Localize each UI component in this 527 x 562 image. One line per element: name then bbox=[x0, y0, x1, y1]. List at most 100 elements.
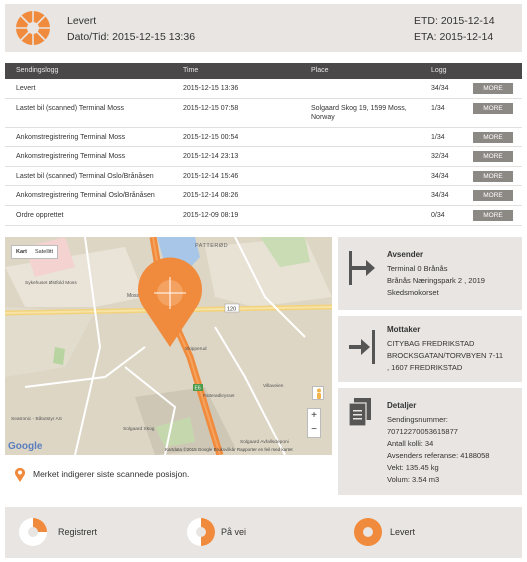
row-log: 34/34 bbox=[431, 85, 449, 92]
google-logo: Google bbox=[8, 441, 43, 452]
road-shield-120: 120 bbox=[227, 307, 236, 313]
row-time: 2015-12-14 23:13 bbox=[183, 153, 239, 161]
row-event: Lastet bil (scanned) Terminal Moss bbox=[16, 104, 125, 112]
progress-step-pa-vei: På vei bbox=[181, 507, 341, 558]
receiver-line: CITYBAG FREDRIKSTAD bbox=[387, 339, 475, 348]
documents-icon bbox=[348, 398, 371, 427]
row-event: Levert bbox=[16, 85, 36, 92]
receiver-title: Mottaker bbox=[387, 325, 421, 334]
row-event: Ordre opprettet bbox=[16, 211, 64, 219]
column-header-time: Time bbox=[183, 67, 199, 74]
map-label-solgaard-skog: Solgaard Skog bbox=[123, 426, 155, 432]
table-row: Levert 2015-12-15 13:36 34/34 MORE bbox=[5, 79, 522, 99]
table-row: Lastet bil (scanned) Terminal Moss 2015-… bbox=[5, 99, 522, 128]
table-row: Ankomstregistrering Terminal Oslo/Brånås… bbox=[5, 186, 522, 206]
column-header-event: Sendingslogg bbox=[16, 67, 59, 74]
map-label-patterod: PATTERØD bbox=[195, 243, 228, 249]
row-event: Lastet bil (scanned) Terminal Oslo/Brånå… bbox=[16, 172, 154, 180]
map-label-patterodrundkj: Patterødkrysset bbox=[203, 393, 235, 398]
etd-value: ETD: 2015-12-14 bbox=[414, 15, 495, 27]
column-header-place: Place bbox=[311, 67, 329, 74]
road-shield-e6: E6 bbox=[195, 386, 201, 392]
column-header-log: Logg bbox=[431, 67, 447, 74]
row-log: 34/34 bbox=[431, 192, 449, 200]
map-label-villaveien: Villaveien bbox=[263, 383, 284, 389]
progress-step-label: Levert bbox=[390, 527, 416, 537]
more-button[interactable]: MORE bbox=[473, 151, 513, 163]
sender-title: Avsender bbox=[387, 250, 424, 259]
details-line: Sendingsnummer: bbox=[387, 415, 448, 424]
details-card: Detaljer Sendingsnummer: 707122700536158… bbox=[338, 388, 522, 495]
row-event: Ankomstregistrering Terminal Moss bbox=[16, 153, 126, 161]
legend-text: Merket indigerer siste scannede posisjon… bbox=[33, 469, 190, 479]
table-row: Lastet bil (scanned) Terminal Oslo/Brånå… bbox=[5, 167, 522, 187]
details-line: Volum: 3.54 m3 bbox=[387, 475, 440, 484]
progress-step-registrert: Registrert bbox=[13, 507, 173, 558]
sender-line: Skedsmokorset bbox=[387, 288, 439, 297]
sender-line: Brånås Næringspark 2 , 2019 bbox=[387, 276, 485, 285]
shipment-log-table: Sendingslogg Time Place Logg Levert 2015… bbox=[5, 63, 522, 226]
row-log: 1/34 bbox=[431, 133, 445, 141]
row-time: 2015-12-14 08:26 bbox=[183, 192, 239, 200]
zoom-in-button[interactable]: + bbox=[308, 409, 320, 423]
row-time: 2015-12-15 13:36 bbox=[183, 85, 239, 92]
delivery-status: Levert bbox=[67, 15, 97, 27]
details-line: Avsenders referanse: 4188058 bbox=[387, 451, 490, 460]
row-place: Solgaard Skog 19, 1599 Moss, Norway bbox=[311, 104, 407, 121]
zoom-out-button[interactable]: − bbox=[308, 423, 320, 437]
row-time: 2015-12-09 08:19 bbox=[183, 211, 239, 219]
row-log: 34/34 bbox=[431, 172, 449, 180]
row-event: Ankomstregistrering Terminal Oslo/Brånås… bbox=[16, 192, 155, 200]
more-button[interactable]: MORE bbox=[473, 102, 513, 114]
map-zoom-control[interactable]: + − bbox=[307, 408, 321, 438]
delivered-status-icon bbox=[16, 11, 50, 45]
progress-step-levert: Levert bbox=[348, 507, 508, 558]
receiver-card: Mottaker CITYBAG FREDRIKSTAD BROCKSGATAN… bbox=[338, 316, 522, 382]
row-time: 2015-12-14 15:46 bbox=[183, 172, 239, 180]
table-row: Ordre opprettet 2015-12-09 08:19 0/34 MO… bbox=[5, 206, 522, 226]
details-title: Detaljer bbox=[387, 401, 417, 410]
map-label-seatronic: Seatronic - Båtutstyr AS bbox=[11, 415, 62, 422]
map-label-sykehus: Sykehuset Østfold Moss bbox=[25, 280, 77, 286]
progress-step-label: Registrert bbox=[58, 527, 98, 537]
sender-line: Terminal 0 Brånås bbox=[387, 264, 448, 273]
map-label-skipperud: Skipperud bbox=[185, 346, 207, 352]
details-line: Antall kolli: 34 bbox=[387, 439, 434, 448]
map-type-kart-button[interactable]: Kart bbox=[12, 246, 31, 258]
map-canvas[interactable]: 120 E6 PATTERØD Sykehuset Østfold Moss M… bbox=[5, 237, 332, 455]
row-log: 1/34 bbox=[431, 104, 445, 112]
delivery-progress: Registrert På vei Levert bbox=[5, 507, 522, 558]
tracking-map[interactable]: 120 E6 PATTERØD Sykehuset Østfold Moss M… bbox=[5, 237, 332, 455]
eta-value: ETA: 2015-12-14 bbox=[414, 31, 494, 43]
progress-pie-icon bbox=[187, 518, 215, 546]
more-button[interactable]: MORE bbox=[473, 170, 513, 182]
map-legend: Merket indigerer siste scannede posisjon… bbox=[5, 460, 332, 490]
details-line: 70712270053615877 bbox=[387, 427, 458, 436]
progress-pie-icon bbox=[19, 518, 47, 546]
receiver-line: BROCKSGATAN/TORVBYEN 7-11 bbox=[387, 351, 504, 360]
row-time: 2015-12-15 07:58 bbox=[183, 104, 239, 112]
map-pin-icon bbox=[15, 467, 25, 482]
progress-step-label: På vei bbox=[221, 527, 247, 537]
street-view-pegman-icon[interactable] bbox=[312, 386, 324, 400]
details-line: Vekt: 135.45 kg bbox=[387, 463, 439, 472]
table-row: Ankomstregistrering Terminal Moss 2015-1… bbox=[5, 128, 522, 148]
table-row: Ankomstregistrering Terminal Moss 2015-1… bbox=[5, 147, 522, 167]
sender-arrow-icon bbox=[349, 251, 375, 285]
more-button[interactable]: MORE bbox=[473, 209, 513, 221]
row-event: Ankomstregistrering Terminal Moss bbox=[16, 133, 126, 141]
more-button[interactable]: MORE bbox=[473, 83, 513, 94]
more-button[interactable]: MORE bbox=[473, 131, 513, 143]
progress-pie-icon bbox=[353, 518, 382, 546]
row-time: 2015-12-15 00:54 bbox=[183, 133, 239, 141]
map-credit[interactable]: Kartdata ©2015 Google Bruksvilkår Rappor… bbox=[165, 447, 293, 452]
delivery-header: Levert Dato/Tid: 2015-12-15 13:36 ETD: 2… bbox=[5, 4, 522, 52]
table-header: Sendingslogg Time Place Logg bbox=[5, 63, 522, 79]
row-log: 0/34 bbox=[431, 211, 445, 219]
map-label-moss: Moss bbox=[127, 293, 139, 299]
map-type-satellite-button[interactable]: Satellitt bbox=[31, 246, 57, 258]
sender-card: Avsender Terminal 0 Brånås Brånås Næring… bbox=[338, 237, 522, 310]
map-type-toggle[interactable]: Kart Satellitt bbox=[11, 245, 59, 259]
receiver-arrow-icon bbox=[349, 330, 375, 364]
more-button[interactable]: MORE bbox=[473, 190, 513, 202]
